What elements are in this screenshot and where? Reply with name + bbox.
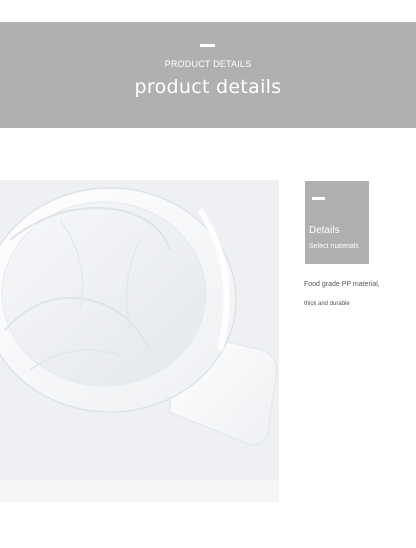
details-card: Details Select materials [305,181,369,264]
header-subtitle: PRODUCT DETAILS [164,59,252,69]
strainer-product-photo [0,180,279,502]
details-card-subtitle: Select materials [309,243,359,250]
header-banner: PRODUCT DETAILS product details [0,22,416,128]
header-title: product details [134,76,282,98]
card-dash-decoration [312,197,325,200]
product-photo [0,180,279,502]
description-line-2: thick and durable [304,301,350,307]
description-line-1: Food grade PP material, [304,281,380,288]
header-dash-decoration [200,44,215,47]
details-card-title: Details [309,225,340,236]
